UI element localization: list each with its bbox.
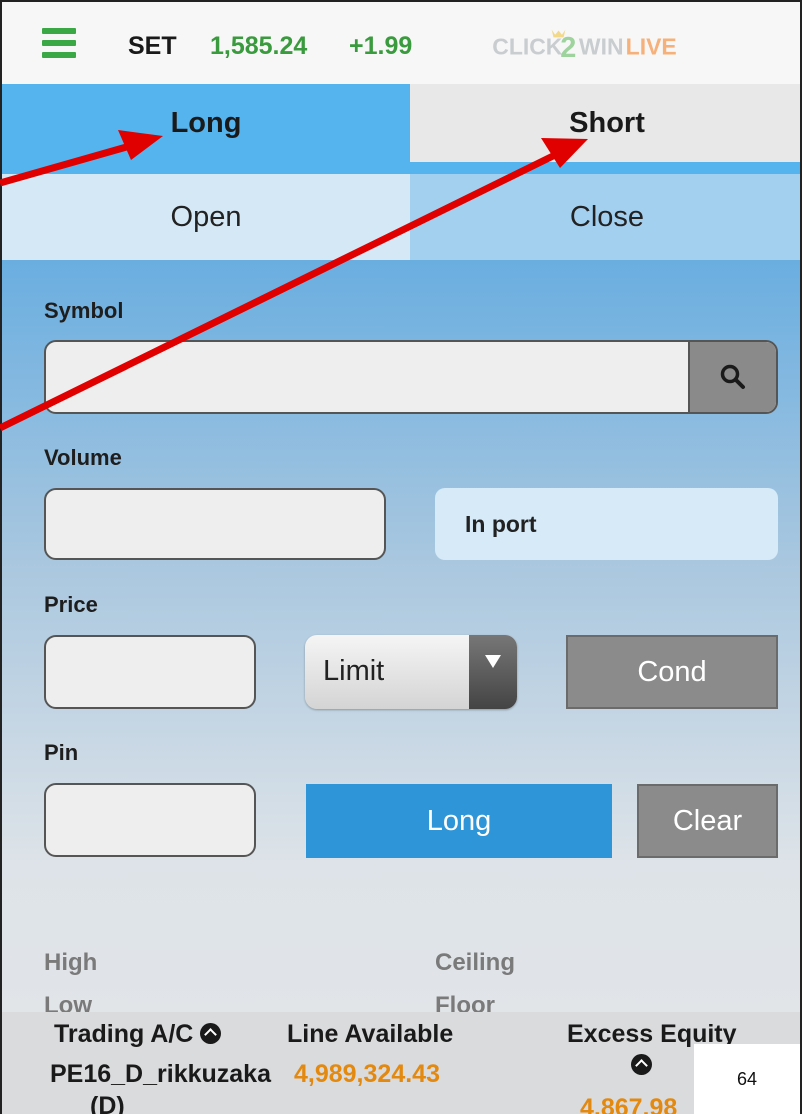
search-icon bbox=[720, 364, 745, 389]
top-bar: SET 1,585.24 +1.99 CLICK 2 WIN LIVE bbox=[2, 2, 800, 84]
volume-label: Volume bbox=[44, 445, 122, 470]
chevron-down-icon bbox=[485, 655, 501, 668]
symbol-input[interactable] bbox=[44, 340, 778, 414]
line-available-header: Line Available bbox=[287, 1020, 454, 1048]
clear-label: Clear bbox=[672, 804, 743, 837]
line-available-value: 4,989,324.43 bbox=[294, 1060, 440, 1088]
cond-button[interactable]: Cond bbox=[566, 635, 778, 709]
excess-equity-value: 4,867,98 bbox=[580, 1094, 678, 1114]
in-port-label: In port bbox=[465, 510, 537, 537]
volume-input[interactable] bbox=[44, 488, 386, 560]
chevron-up-icon bbox=[200, 1023, 222, 1044]
account-footer: Trading A/C Line Available Excess Equity… bbox=[2, 1012, 800, 1114]
index-change: +1.99 bbox=[349, 32, 413, 60]
pin-label: Pin bbox=[44, 740, 79, 765]
symbol-label: Symbol bbox=[44, 298, 124, 323]
trading-screen: SET 1,585.24 +1.99 CLICK 2 WIN LIVE Long… bbox=[0, 0, 802, 1114]
svg-text:CLICK: CLICK bbox=[492, 33, 563, 59]
dropdown-button[interactable] bbox=[469, 635, 517, 709]
tab-open[interactable]: Open bbox=[2, 174, 410, 260]
tab-underline bbox=[2, 162, 800, 174]
search-button[interactable] bbox=[688, 342, 776, 412]
price-label: Price bbox=[44, 592, 98, 617]
trading-account-header[interactable]: Trading A/C bbox=[54, 1020, 222, 1049]
price-type-select[interactable]: Limit bbox=[305, 635, 517, 709]
tab-short-label: Short bbox=[569, 106, 645, 139]
in-port-box: In port bbox=[435, 488, 778, 560]
long-submit-button[interactable]: Long bbox=[306, 784, 612, 858]
tab-short[interactable]: Short bbox=[410, 84, 800, 162]
hamburger-menu-icon[interactable] bbox=[42, 28, 76, 58]
price-input[interactable] bbox=[44, 635, 256, 709]
tab-close-label: Close bbox=[569, 200, 645, 233]
account-value: PE16_D_rikkuzaka bbox=[50, 1060, 271, 1088]
tab-long-label: Long bbox=[170, 106, 242, 139]
tab-long[interactable]: Long bbox=[2, 84, 410, 162]
tab-open-label: Open bbox=[170, 200, 242, 233]
trading-account-header-label: Trading A/C bbox=[54, 1020, 194, 1048]
ceiling-label: Ceiling bbox=[435, 949, 516, 976]
excess-equity-chevron-icon[interactable] bbox=[631, 1054, 652, 1075]
index-value: 1,585.24 bbox=[210, 32, 308, 60]
price-type-value: Limit bbox=[323, 655, 385, 687]
click2winlive-logo: CLICK 2 WIN LIVE bbox=[492, 29, 677, 62]
cond-label: Cond bbox=[637, 655, 707, 688]
clear-button[interactable]: Clear bbox=[637, 784, 778, 858]
long-submit-label: Long bbox=[426, 804, 492, 837]
page-number: 64 bbox=[694, 1044, 800, 1114]
index-symbol: SET bbox=[128, 32, 177, 60]
tab-close[interactable]: Close bbox=[410, 174, 800, 260]
svg-text:LIVE: LIVE bbox=[626, 33, 677, 59]
account-suffix: (D) bbox=[90, 1092, 125, 1114]
phone-screenshot: SET 1,585.24 +1.99 CLICK 2 WIN LIVE Long… bbox=[0, 0, 806, 1114]
svg-text:WIN: WIN bbox=[579, 33, 624, 59]
pin-input[interactable] bbox=[44, 783, 256, 857]
svg-text:2: 2 bbox=[560, 32, 576, 62]
high-label: High bbox=[44, 949, 98, 976]
